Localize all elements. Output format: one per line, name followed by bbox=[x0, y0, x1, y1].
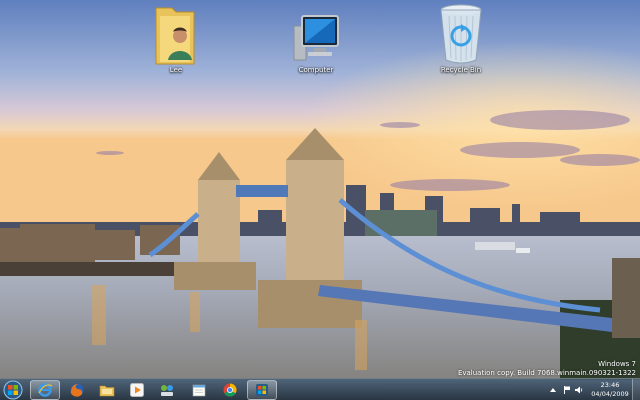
desktop-icon-recycle-bin[interactable]: Recycle Bin bbox=[421, 2, 501, 82]
chrome-icon bbox=[223, 383, 237, 397]
firefox-icon bbox=[70, 383, 84, 397]
computer-label: Computer bbox=[298, 66, 334, 74]
volume-icon bbox=[575, 386, 583, 394]
windows-icon bbox=[256, 384, 268, 396]
tray-action-center[interactable] bbox=[562, 385, 572, 395]
tray-volume[interactable] bbox=[574, 385, 584, 395]
taskbar-media-player[interactable] bbox=[122, 380, 152, 400]
recycle-bin-label: Recycle Bin bbox=[440, 66, 482, 74]
system-tray: 23:46 04/04/2009 bbox=[548, 379, 640, 400]
recycle-bin-icon bbox=[440, 4, 482, 64]
taskbar-notepad[interactable] bbox=[184, 380, 214, 400]
taskbar-windows-app[interactable] bbox=[247, 380, 277, 400]
chevron-up-icon bbox=[550, 388, 556, 392]
desktop-icon-computer[interactable]: Computer bbox=[276, 2, 356, 82]
taskbar-clock[interactable]: 23:46 04/04/2009 bbox=[590, 381, 630, 399]
clock-date: 04/04/2009 bbox=[591, 390, 629, 398]
user-folder-icon bbox=[155, 7, 195, 65]
network-icon bbox=[161, 385, 173, 396]
show-desktop-button[interactable] bbox=[632, 379, 640, 400]
windows-explorer-icon bbox=[99, 385, 115, 397]
taskbar-chrome[interactable] bbox=[215, 380, 245, 400]
flag-icon bbox=[564, 386, 570, 394]
clock-time: 23:46 bbox=[600, 381, 620, 389]
taskbar-network[interactable] bbox=[152, 380, 182, 400]
notepad-icon bbox=[192, 384, 206, 397]
taskbar-internet-explorer[interactable] bbox=[30, 380, 60, 400]
watermark-os-name: Windows 7 bbox=[598, 360, 636, 368]
start-button[interactable] bbox=[2, 380, 24, 400]
user-folder-label: Lee bbox=[169, 66, 183, 74]
desktop-icon-user-folder[interactable]: Lee bbox=[136, 2, 216, 82]
media-player-icon bbox=[130, 383, 144, 397]
internet-explorer-icon bbox=[38, 383, 53, 397]
taskbar-firefox[interactable] bbox=[62, 380, 92, 400]
tray-overflow-button[interactable] bbox=[548, 385, 558, 395]
evaluation-watermark: Windows 7 Evaluation copy. Build 7068.wi… bbox=[396, 360, 636, 378]
taskbar-windows-explorer[interactable] bbox=[92, 380, 122, 400]
watermark-build-info: Evaluation copy. Build 7068.winmain.0903… bbox=[457, 369, 636, 377]
computer-icon bbox=[293, 15, 339, 61]
taskbar: 23:46 04/04/2009 bbox=[0, 378, 640, 400]
